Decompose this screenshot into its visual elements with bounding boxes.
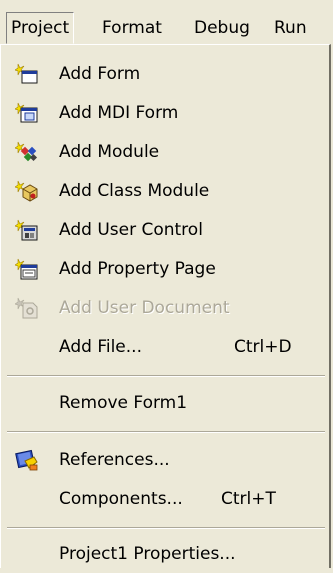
menu-run[interactable]: Run [270,13,311,43]
menu-separator [7,431,325,433]
menu-item-label: Add User Document [59,298,230,318]
menu-item-label: Components... [59,489,183,509]
menu-item-add-user-control[interactable]: Add User Control [1,211,330,249]
menu-item-label: Add Module [59,142,160,162]
add-class-module-icon [15,179,39,203]
menu-item-label: Add Class Module [59,181,210,201]
menu-item-label: Add Property Page [59,259,216,279]
menu-item-label: Remove Form1 [59,393,188,413]
add-property-page-icon [15,257,39,281]
add-mdi-form-icon [15,101,39,125]
menu-item-project-properties[interactable]: Project1 Properties... [1,535,330,573]
menu-item-add-class-module[interactable]: Add Class Module [1,172,330,210]
menu-separator [7,527,325,529]
menu-item-add-mdi-form[interactable]: Add MDI Form [1,94,330,132]
menu-item-add-module[interactable]: Add Module [1,133,330,171]
add-user-control-icon [15,218,39,242]
menu-item-add-property-page[interactable]: Add Property Page [1,250,330,288]
menu-item-label: References... [59,450,170,470]
project-dropdown-menu: Add Form Add MDI Form Add Module Add Cla… [0,44,331,568]
menu-item-label: Add File... [59,337,142,357]
menu-item-shortcut: Ctrl+D [234,337,292,357]
menu-item-label: Project1 Properties... [59,544,236,564]
add-user-document-icon [15,296,39,320]
menu-item-add-file[interactable]: Add File... Ctrl+D [1,328,330,366]
menu-item-add-user-document: Add User Document [1,289,330,327]
menu-item-references[interactable]: References... [1,441,330,479]
menu-item-remove-form1[interactable]: Remove Form1 [1,384,330,422]
menu-format[interactable]: Format [98,13,166,43]
menu-item-label: Add Form [59,64,141,84]
menu-item-components[interactable]: Components... Ctrl+T [1,480,330,518]
menu-item-label: Add User Control [59,220,203,240]
menu-item-shortcut: Ctrl+T [221,489,276,509]
menu-item-label: Add MDI Form [59,103,179,123]
references-icon [15,448,39,472]
menu-item-add-form[interactable]: Add Form [1,55,330,93]
add-form-icon [15,62,39,86]
menu-separator [7,375,325,377]
menu-project[interactable]: Project [6,12,75,44]
menu-debug[interactable]: Debug [190,13,254,43]
add-module-icon [15,140,39,164]
menu-bar: Project Format Debug Run [0,0,333,47]
